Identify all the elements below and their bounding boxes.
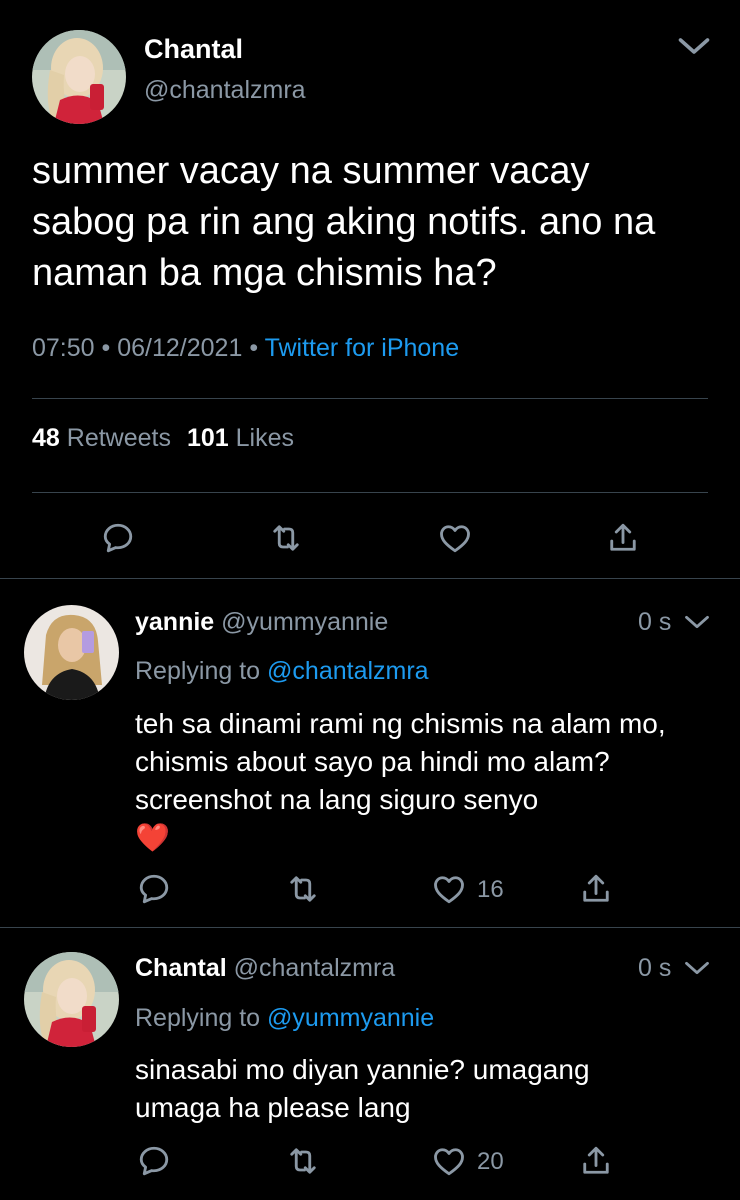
reply-display-name[interactable]: Chantal	[135, 954, 227, 982]
avatar[interactable]	[24, 952, 119, 1047]
retweet-icon[interactable]	[268, 520, 304, 556]
tweet-meta: 07:50 • 06/12/2021 • Twitter for iPhone	[32, 334, 459, 363]
author-display-name[interactable]: Chantal	[144, 34, 243, 65]
like-icon[interactable]	[431, 1143, 467, 1179]
retweets-label: Retweets	[66, 424, 171, 452]
divider	[32, 492, 708, 493]
tweet-date: 06/12/2021	[117, 334, 243, 362]
chevron-down-icon[interactable]	[683, 958, 711, 978]
reply-header: yannie @yummyannie	[135, 608, 388, 637]
replying-to-mention[interactable]: @chantalzmra	[267, 657, 429, 685]
likes-label: Likes	[235, 424, 295, 452]
likes-count: 101	[186, 424, 229, 452]
replying-to: Replying to @chantalzmra	[135, 657, 429, 686]
replying-to: Replying to @yummyannie	[135, 1004, 434, 1033]
replying-to-mention[interactable]: @yummyannie	[267, 1004, 434, 1032]
like-icon[interactable]	[437, 520, 473, 556]
share-icon[interactable]	[605, 520, 641, 556]
like-icon[interactable]	[431, 871, 467, 907]
engagement-stats: 48 Retweets 101 Likes	[32, 424, 294, 453]
share-icon[interactable]	[578, 871, 614, 907]
reply-icon[interactable]	[100, 520, 136, 556]
reply-timestamp: 0 s	[638, 608, 672, 636]
reply-icon[interactable]	[136, 1143, 172, 1179]
reply-text-body: teh sa dinami rami ng chismis na alam mo…	[135, 708, 666, 815]
reply-handle[interactable]: @chantalzmra	[234, 954, 396, 982]
author-handle[interactable]: @chantalzmra	[144, 76, 306, 105]
heart-emoji: ❤️	[135, 822, 170, 853]
retweet-icon[interactable]	[285, 871, 321, 907]
replying-to-prefix: Replying to	[135, 1004, 261, 1032]
retweets-count: 48	[32, 424, 60, 452]
reply-text: sinasabi mo diyan yannie? umagang umaga …	[135, 1054, 590, 1123]
reply-header: Chantal @chantalzmra	[135, 954, 395, 983]
reply-display-name[interactable]: yannie	[135, 608, 214, 636]
reply-icon[interactable]	[136, 871, 172, 907]
like-count: 20	[477, 1148, 504, 1175]
avatar[interactable]	[24, 605, 119, 700]
tweet-time: 07:50	[32, 334, 95, 362]
like-count: 16	[477, 876, 504, 903]
tweet-source[interactable]: Twitter for iPhone	[265, 334, 460, 362]
divider	[0, 927, 740, 928]
chevron-down-icon[interactable]	[676, 32, 712, 60]
chevron-down-icon[interactable]	[683, 612, 711, 632]
likes-stat[interactable]: 101 Likes	[187, 424, 294, 452]
tweet-text: summer vacay na summer vacay sabog pa ri…	[32, 150, 656, 294]
avatar[interactable]	[32, 30, 126, 124]
share-icon[interactable]	[578, 1143, 614, 1179]
reply-text: teh sa dinami rami ng chismis na alam mo…	[135, 705, 715, 857]
meta-separator: •	[101, 334, 111, 362]
retweet-icon[interactable]	[285, 1143, 321, 1179]
meta-separator: •	[249, 334, 259, 362]
divider	[0, 578, 740, 579]
divider	[32, 398, 708, 399]
retweets-stat[interactable]: 48 Retweets	[32, 424, 171, 452]
reply-handle[interactable]: @yummyannie	[221, 608, 388, 636]
replying-to-prefix: Replying to	[135, 657, 261, 685]
reply-timestamp: 0 s	[638, 954, 672, 982]
